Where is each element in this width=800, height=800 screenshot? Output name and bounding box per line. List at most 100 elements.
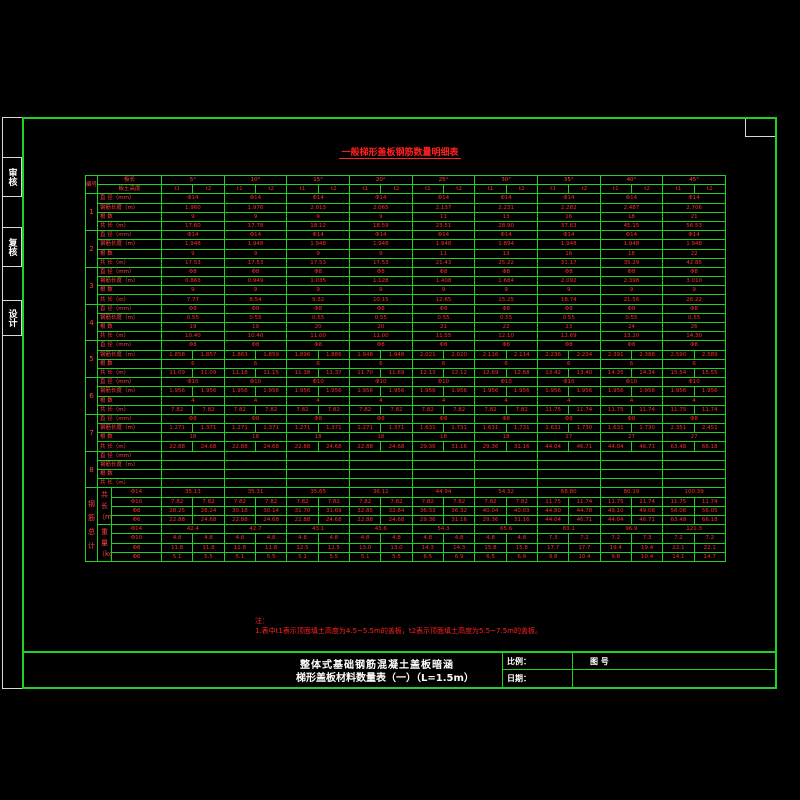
table-cell: 18 (161, 432, 225, 443)
table-cell: 2.391 (599, 349, 632, 360)
table-cell: 9 (286, 285, 350, 296)
table-cell (599, 459, 664, 471)
table-cell: 1.948 (599, 239, 664, 250)
table-cell: Φ10 (536, 377, 601, 388)
section-number: 1 (85, 193, 98, 232)
row-label: 根 数 (96, 395, 163, 406)
table-cell: 1.857 (192, 349, 225, 360)
table-cell: Φ8 (536, 413, 601, 425)
table-cell (536, 478, 601, 489)
header-cell: t1 (474, 184, 507, 195)
table-row: 共 长（m） 22.88 24.68 22.88 24.68 22.88 24.68 22.8… (86, 441, 726, 452)
table-cell: 19 (223, 321, 288, 333)
table-cell: 9 (161, 211, 225, 222)
row-label: 根 数 (96, 321, 163, 333)
table-cell: 4.8 (380, 533, 413, 544)
table-cell: 1.956 (442, 386, 476, 397)
table-cell: 44.04 (536, 514, 570, 526)
table-cell: 7.2 (662, 533, 695, 544)
table-cell: 11.74 (568, 404, 601, 415)
table-cell: 1.956 (317, 386, 350, 397)
table-cell: 4.8 (223, 533, 257, 544)
table-cell: Φ14 (411, 230, 476, 241)
table-cell: 32.85 (348, 505, 382, 516)
table-cell: 9 (411, 285, 476, 296)
table-cell: 11.75 (599, 404, 632, 415)
table-cell: 22.88 (348, 514, 382, 526)
table-cell: 1.271 (161, 423, 194, 434)
row-label: 共 长（m） (96, 220, 163, 232)
table-cell: 2.589 (693, 349, 726, 360)
table-cell: 7.82 (161, 404, 194, 415)
table-cell: 1.371 (317, 423, 350, 434)
table-cell: 1.956 (286, 386, 319, 397)
table-cell: 56.06 (662, 505, 695, 516)
row-label: 直 径（mm） (96, 303, 163, 314)
table-cell: 6 (161, 358, 225, 369)
table-cell (599, 478, 664, 489)
table-cell: Φ8 (223, 413, 288, 425)
table-row: 钢筋长度（m） (86, 459, 726, 471)
table-cell: 4.8 (348, 533, 382, 544)
table-cell (286, 478, 350, 489)
table-cell: 83.1 (536, 524, 601, 535)
table-cell: 27 (599, 432, 664, 443)
table-cell: 15.25 (474, 294, 538, 305)
table-cell (474, 459, 538, 471)
header-cell: t2 (630, 184, 664, 195)
table-cell: 25.22 (474, 257, 538, 268)
table-cell: Φ8 (348, 413, 413, 425)
table-cell: 2.351 (662, 423, 695, 434)
table-title: 一般梯形盖板钢筋数量明细表 (0, 145, 800, 159)
table-cell: 7.82 (505, 404, 538, 415)
table-cell: 54.32 (474, 487, 538, 498)
table-cell: 56.53 (662, 220, 726, 232)
table-cell: 1.948 (662, 239, 726, 250)
row-label: 直 径（mm） (96, 266, 163, 278)
table-cell: 21 (411, 321, 476, 333)
table-cell: 10.40 (223, 331, 288, 342)
table-cell: 1.408 (411, 276, 476, 287)
table-cell: 6.9 (442, 551, 476, 562)
row-label: 钢筋长度（m） (96, 459, 163, 471)
table-cell: 7.82 (192, 404, 225, 415)
table-cell: Φ14 (599, 230, 664, 241)
table-cell: 6 (474, 358, 538, 369)
table-cell: 16 (536, 211, 601, 222)
table-cell: 11.37 (317, 367, 350, 379)
table-cell: 14.3 (442, 542, 476, 553)
table-cell: 22.1 (662, 542, 695, 553)
diameter-cell: Φ6 (110, 551, 163, 562)
table-cell: Φ8 (474, 266, 538, 278)
table-cell: 24.68 (254, 441, 288, 452)
table-cell: 24.68 (380, 441, 413, 452)
table-cell: 9.8 (536, 551, 570, 562)
table-cell: 7.82 (380, 404, 413, 415)
table-cell (411, 468, 476, 480)
diameter-cell: Φ14 (110, 487, 163, 498)
table-cell: 1.956 (161, 386, 194, 397)
table-cell: 1.956 (348, 386, 382, 397)
table-cell: 1.863 (223, 349, 257, 360)
table-cell: 24.68 (317, 514, 350, 526)
table-cell (662, 468, 726, 480)
table-cell: 7.82 (411, 496, 444, 507)
table-cell: 43.1 (286, 524, 350, 535)
table-row: 共 长（m） 7.82 7.82 7.82 7.82 7.82 7.82 7.82 7.82 7.… (86, 404, 726, 415)
table-cell: 4 (348, 395, 413, 406)
table-cell: 18 (474, 432, 538, 443)
table-cell: 0.55 (536, 312, 601, 324)
table-cell: 2.065 (348, 202, 413, 213)
table-cell (599, 468, 664, 480)
table-cell: 9 (161, 285, 225, 296)
table-cell: 9 (348, 285, 413, 296)
table-cell: 96.9 (599, 524, 664, 535)
table-cell (348, 459, 413, 471)
row-label: 根 数 (96, 468, 163, 480)
table-cell: 0.55 (599, 312, 664, 324)
totals-sublabel: 重 量（kg） (97, 524, 112, 562)
table-cell: 17.53 (223, 257, 288, 268)
table-cell: 1.684 (474, 276, 538, 287)
table-cell (536, 468, 601, 480)
table-row: 钢筋长度（m） 1.948 1.948 1.948 1.948 1.948 1.894 1.9… (86, 239, 726, 250)
